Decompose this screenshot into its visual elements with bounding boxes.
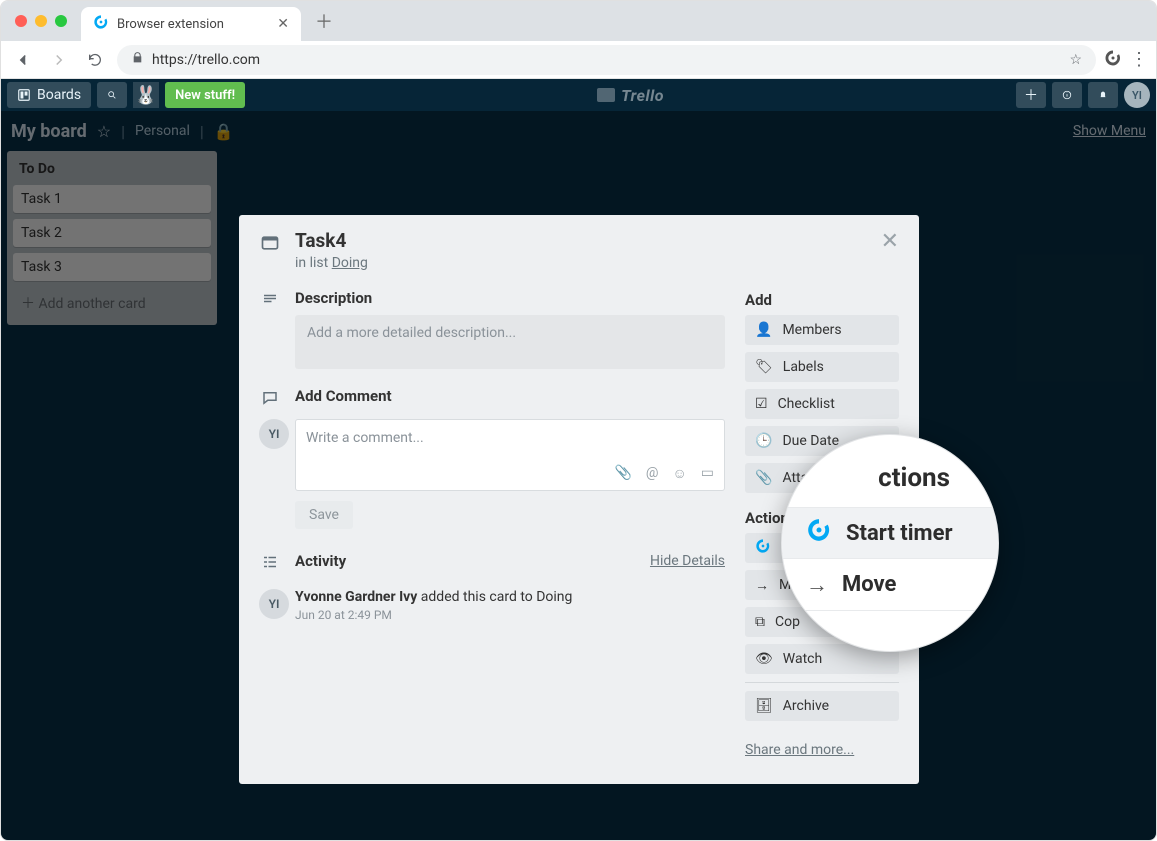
- hide-details-link[interactable]: Hide Details: [650, 553, 725, 569]
- close-modal-button[interactable]: ✕: [881, 229, 899, 254]
- back-button[interactable]: [9, 46, 37, 74]
- trello-logo[interactable]: Trello: [597, 86, 664, 105]
- checklist-button[interactable]: ☑Checklist: [745, 389, 899, 419]
- activity-label: Activity: [295, 552, 346, 570]
- trello-header: Boards 🐰 New stuff! Trello ＋ YI: [1, 79, 1156, 111]
- mention-icon[interactable]: @: [646, 465, 659, 482]
- window-controls: [9, 15, 81, 27]
- card-icon: [259, 229, 281, 253]
- activity-avatar: YI: [259, 589, 289, 619]
- address-bar-row: https://trello.com ☆ ⋮: [1, 41, 1156, 79]
- board-glyph-icon: [597, 88, 615, 102]
- clockify-extension-icon[interactable]: [1104, 49, 1122, 71]
- new-tab-button[interactable]: ＋: [315, 8, 333, 34]
- card-subtitle: in list Doing: [295, 255, 368, 271]
- header-search-button[interactable]: [97, 82, 127, 108]
- members-icon: 👤: [755, 322, 772, 338]
- create-button[interactable]: ＋: [1016, 82, 1046, 108]
- copy-icon: ⧉: [755, 614, 765, 630]
- info-button[interactable]: [1052, 82, 1082, 108]
- maximize-window-button[interactable]: [55, 15, 67, 27]
- reload-button[interactable]: [81, 46, 109, 74]
- attachment-icon: 📎: [755, 470, 772, 486]
- lock-icon: [131, 51, 144, 68]
- eye-icon: 👁: [755, 651, 773, 667]
- forward-button[interactable]: [45, 46, 73, 74]
- arrow-right-icon: →: [806, 572, 828, 598]
- commenter-avatar: YI: [259, 419, 289, 449]
- zoom-actions-label: ctions: [782, 463, 998, 493]
- clockify-icon: [755, 538, 771, 558]
- zoom-callout: ctions Start timer → Move: [781, 434, 999, 652]
- browser-tab[interactable]: Browser extension ✕: [81, 7, 301, 41]
- chrome-menu-button[interactable]: ⋮: [1130, 49, 1148, 70]
- archive-icon: 🗄: [755, 698, 773, 714]
- activity-timestamp: Jun 20 at 2:49 PM: [295, 608, 572, 622]
- comment-label: Add Comment: [295, 387, 725, 405]
- description-label: Description: [295, 289, 725, 307]
- browser-window: Browser extension ✕ ＋ https://trello.com…: [0, 0, 1157, 841]
- trello-app: Boards 🐰 New stuff! Trello ＋ YI My board…: [1, 79, 1156, 840]
- card-title[interactable]: Task4: [295, 229, 368, 252]
- labels-button[interactable]: 🏷Labels: [745, 352, 899, 382]
- minimize-window-button[interactable]: [35, 15, 47, 27]
- list-link[interactable]: Doing: [332, 255, 368, 271]
- checklist-icon: ☑: [755, 396, 768, 412]
- description-icon: [259, 289, 281, 369]
- members-button[interactable]: 👤Members: [745, 315, 899, 345]
- arrow-right-icon: →: [755, 577, 769, 594]
- mascot-icon: 🐰: [133, 82, 159, 108]
- new-stuff-badge[interactable]: New stuff!: [165, 82, 245, 108]
- emoji-icon[interactable]: ☺: [672, 465, 686, 482]
- card-picker-icon[interactable]: ▭: [701, 465, 714, 482]
- save-comment-button[interactable]: Save: [295, 501, 353, 529]
- close-window-button[interactable]: [15, 15, 27, 27]
- bookmark-star-icon[interactable]: ☆: [1069, 52, 1082, 68]
- chrome-tab-bar: Browser extension ✕ ＋: [1, 1, 1156, 41]
- tab-title: Browser extension: [117, 17, 224, 32]
- boards-button[interactable]: Boards: [7, 82, 91, 108]
- clockify-icon: [806, 517, 832, 549]
- address-bar[interactable]: https://trello.com ☆: [117, 45, 1096, 75]
- clockify-icon: [93, 14, 109, 34]
- close-tab-icon[interactable]: ✕: [277, 16, 289, 32]
- description-input[interactable]: Add a more detailed description...: [295, 315, 725, 369]
- labels-icon: 🏷: [755, 359, 773, 375]
- url-text: https://trello.com: [152, 52, 260, 68]
- zoom-start-timer-button[interactable]: Start timer: [782, 507, 998, 559]
- notifications-button[interactable]: [1088, 82, 1118, 108]
- user-avatar[interactable]: YI: [1124, 82, 1150, 108]
- attach-icon[interactable]: 📎: [614, 465, 631, 482]
- share-link[interactable]: Share and more...: [745, 742, 854, 758]
- boards-label: Boards: [37, 87, 81, 103]
- add-section-label: Add: [745, 291, 899, 309]
- clock-icon: 🕒: [755, 433, 772, 449]
- activity-icon: [259, 551, 281, 571]
- comment-input[interactable]: Write a comment... 📎 @ ☺ ▭: [295, 419, 725, 491]
- activity-entry: Yvonne Gardner Ivy added this card to Do…: [295, 589, 572, 605]
- comment-icon: [259, 387, 281, 413]
- archive-button[interactable]: 🗄Archive: [745, 691, 899, 721]
- zoom-move-button[interactable]: → Move: [782, 559, 998, 611]
